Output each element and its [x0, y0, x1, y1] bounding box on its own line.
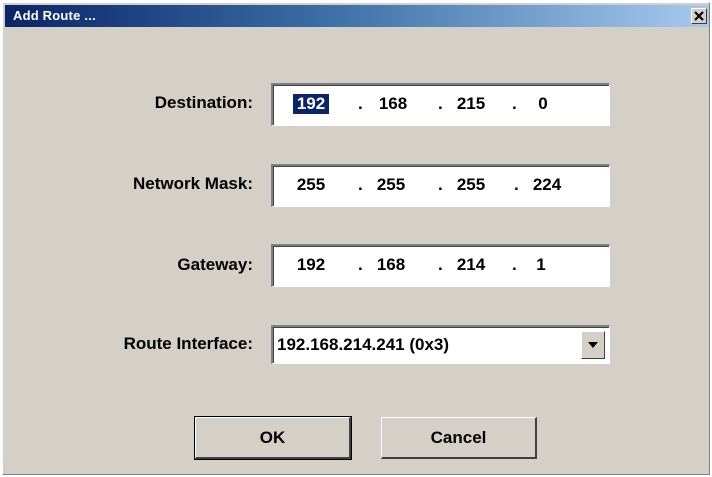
- octet-separator: .: [358, 175, 363, 194]
- route-interface-label: Route Interface:: [123, 334, 253, 353]
- octet-separator: .: [438, 175, 443, 194]
- close-button[interactable]: [691, 8, 707, 24]
- network-mask-field[interactable]: 255 . 255 . 255 . 224: [271, 164, 610, 207]
- mask-octet-3[interactable]: 255: [451, 175, 491, 195]
- mask-octet-2[interactable]: 255: [371, 175, 411, 195]
- gateway-octet-4[interactable]: 1: [521, 255, 561, 275]
- network-mask-label: Network Mask:: [133, 174, 253, 193]
- destination-octet-3[interactable]: 215: [451, 94, 491, 114]
- dialog-title: Add Route ...: [13, 8, 96, 23]
- gateway-octet-2[interactable]: 168: [371, 255, 411, 275]
- add-route-dialog: Add Route ... Destination: 192 . 168 . 2…: [2, 2, 710, 475]
- gateway-octet-1[interactable]: 192: [291, 255, 331, 275]
- ok-button[interactable]: OK: [194, 416, 352, 460]
- gateway-label: Gateway:: [177, 255, 253, 274]
- mask-octet-1[interactable]: 255: [291, 175, 331, 195]
- mask-octet-4[interactable]: 224: [527, 175, 567, 195]
- gateway-field[interactable]: 192 . 168 . 214 . 1: [271, 244, 610, 287]
- destination-label: Destination:: [154, 93, 253, 112]
- gateway-octet-3[interactable]: 214: [451, 255, 491, 275]
- octet-separator: .: [358, 255, 363, 274]
- octet-separator: .: [438, 255, 443, 274]
- destination-octet-4[interactable]: 0: [523, 94, 563, 114]
- dropdown-button[interactable]: [581, 331, 605, 359]
- octet-separator: .: [512, 255, 517, 274]
- destination-ip-field[interactable]: 192 . 168 . 215 . 0: [271, 83, 610, 126]
- title-bar[interactable]: Add Route ...: [5, 5, 709, 27]
- cancel-button[interactable]: Cancel: [381, 417, 537, 459]
- octet-separator: .: [514, 175, 519, 194]
- route-interface-value: 192.168.214.241 (0x3): [277, 335, 450, 354]
- octet-separator: .: [358, 94, 363, 113]
- octet-separator: .: [512, 94, 517, 113]
- route-interface-select[interactable]: 192.168.214.241 (0x3): [271, 325, 610, 364]
- octet-separator: .: [438, 94, 443, 113]
- close-x-icon: [694, 11, 704, 21]
- destination-octet-1[interactable]: 192: [293, 94, 329, 114]
- chevron-down-icon: [588, 342, 598, 348]
- destination-octet-2[interactable]: 168: [373, 94, 413, 114]
